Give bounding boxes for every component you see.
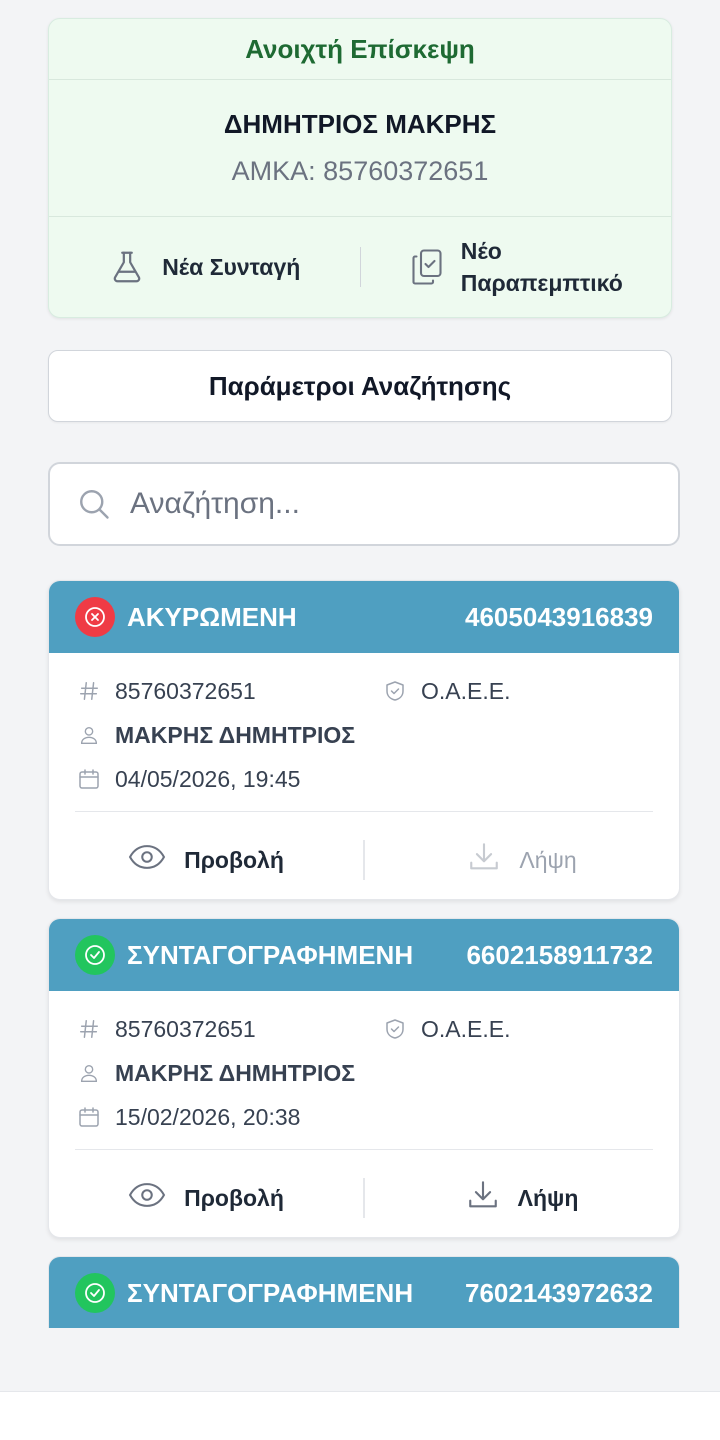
patient-amka: ΑΜΚΑ: 85760372651 — [231, 156, 489, 186]
prescription-number: 7602143972632 — [465, 1277, 653, 1308]
datetime-value: 04/05/2026, 19:45 — [115, 765, 301, 792]
prescription-number: 4605043916839 — [465, 601, 653, 632]
shield-check-icon — [381, 678, 409, 704]
check-circle-icon — [75, 1273, 115, 1313]
status-label: ΑΚΥΡΩΜΕΝΗ — [127, 601, 297, 632]
new-prescription-label: Νέα Συνταγή — [162, 253, 301, 280]
view-label: Προβολή — [184, 1184, 284, 1211]
amka-value: 85760372651 — [115, 1015, 256, 1042]
prescription-header: ΣΥΝΤΑΓΟΓΡΑΦΗΜΕΝΗ 6602158911732 — [49, 919, 679, 991]
prescription-body: 85760372651 Ο.Α.Ε.Ε. ΜΑΚΡΗΣ ΔΗΜΗΤΡΙΟΣ 04… — [49, 653, 679, 812]
search-parameters-button[interactable]: Παράμετροι Αναζήτησης — [48, 350, 672, 422]
download-button[interactable]: Λήψη — [365, 840, 679, 880]
flask-icon — [108, 248, 146, 286]
patient-name-value: ΜΑΚΡΗΣ ΔΗΜΗΤΡΙΟΣ — [115, 721, 356, 748]
new-referral-label: Νέο Παραπεμπτικό — [461, 235, 623, 299]
insurer-value: Ο.Α.Ε.Ε. — [421, 677, 511, 704]
download-label: Λήψη — [517, 1184, 579, 1211]
user-icon — [75, 722, 103, 748]
prescription-body: 85760372651 Ο.Α.Ε.Ε. ΜΑΚΡΗΣ ΔΗΜΗΤΡΙΟΣ 15… — [49, 991, 679, 1150]
insurer-value: Ο.Α.Ε.Ε. — [421, 1015, 511, 1042]
amka-value: 85760372651 — [115, 677, 256, 704]
search-icon — [80, 490, 109, 519]
hash-icon — [75, 1017, 103, 1041]
calendar-icon — [75, 1105, 103, 1129]
prescription-card: ΣΥΝΤΑΓΟΓΡΑΦΗΜΕΝΗ 7602143972632 — [48, 1256, 680, 1328]
view-button[interactable]: Προβολή — [49, 1180, 363, 1216]
eye-icon — [128, 1180, 166, 1216]
open-visit-card: Ανοιχτή Επίσκεψη ΔΗΜΗΤΡΙΟΣ ΜΑΚΡΗΣ ΑΜΚΑ: … — [48, 18, 672, 318]
patient-info: ΔΗΜΗΤΡΙΟΣ ΜΑΚΡΗΣ ΑΜΚΑ: 85760372651 — [49, 80, 671, 217]
status-label: ΣΥΝΤΑΓΟΓΡΑΦΗΜΕΝΗ — [127, 939, 414, 970]
check-circle-icon — [75, 935, 115, 975]
cancel-circle-icon — [75, 597, 115, 637]
prescription-actions: Προβολή Λήψη — [49, 1150, 679, 1237]
search-input[interactable] — [130, 487, 650, 521]
patient-name-value: ΜΑΚΡΗΣ ΔΗΜΗΤΡΙΟΣ — [115, 1059, 356, 1086]
prescription-card: ΣΥΝΤΑΓΟΓΡΑΦΗΜΕΝΗ 6602158911732 857603726… — [48, 918, 680, 1238]
prescription-header: ΣΥΝΤΑΓΟΓΡΑΦΗΜΕΝΗ 7602143972632 — [49, 1257, 679, 1328]
new-prescription-button[interactable]: Νέα Συνταγή — [49, 248, 360, 286]
prescription-number: 6602158911732 — [466, 939, 653, 970]
prescription-actions: Προβολή Λήψη — [49, 812, 679, 899]
download-button[interactable]: Λήψη — [365, 1178, 679, 1218]
calendar-icon — [75, 767, 103, 791]
patient-name: ΔΗΜΗΤΡΙΟΣ ΜΑΚΡΗΣ — [223, 109, 497, 139]
new-referral-label-line1: Νέο — [460, 238, 502, 264]
new-referral-label-line2: Παραπεμπτικό — [460, 270, 623, 296]
view-button[interactable]: Προβολή — [49, 842, 363, 878]
download-icon — [466, 1178, 500, 1218]
visit-title: Ανοιχτή Επίσκεψη — [49, 19, 671, 80]
datetime-value: 15/02/2026, 20:38 — [115, 1103, 301, 1130]
user-icon — [75, 1060, 103, 1086]
bottom-bar — [0, 1391, 720, 1440]
search-box — [48, 462, 680, 546]
prescription-card: ΑΚΥΡΩΜΕΝΗ 4605043916839 85760372651 Ο.Α.… — [48, 580, 680, 900]
download-icon — [467, 840, 501, 880]
new-referral-button[interactable]: Νέο Παραπεμπτικό — [361, 235, 672, 299]
view-label: Προβολή — [184, 846, 284, 873]
clipboard-check-icon — [409, 247, 445, 287]
hash-icon — [75, 679, 103, 703]
status-label: ΣΥΝΤΑΓΟΓΡΑΦΗΜΕΝΗ — [127, 1277, 414, 1308]
eye-icon — [128, 842, 166, 878]
visit-actions: Νέα Συνταγή Νέο Παραπεμπτικό — [49, 217, 671, 317]
download-label: Λήψη — [519, 846, 577, 873]
prescription-header: ΑΚΥΡΩΜΕΝΗ 4605043916839 — [49, 581, 679, 653]
shield-check-icon — [381, 1016, 409, 1042]
